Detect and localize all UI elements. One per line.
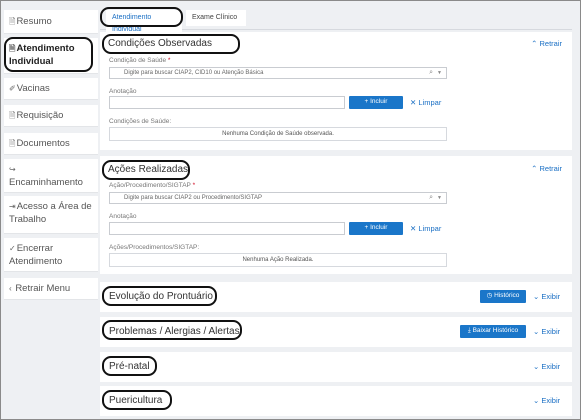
exibir-link[interactable]: ⌄ Exibir bbox=[533, 292, 560, 302]
check-icon: ✓ bbox=[9, 244, 16, 253]
panel-title: Condições Observadas bbox=[108, 38, 212, 49]
condicao-search-input[interactable]: Digite para buscar CIAP2, CID10 ou Atenç… bbox=[109, 67, 447, 79]
document-icon: 🗎 bbox=[9, 111, 16, 120]
document-icon: 🗎 bbox=[9, 139, 16, 148]
incluir-button[interactable]: + Incluir bbox=[349, 222, 403, 235]
sidebar-item-label: Encaminhamento bbox=[9, 177, 83, 188]
empty-state: Nenhuma Ação Realizada. bbox=[109, 253, 447, 267]
sidebar-item-label: Atendimento Individual bbox=[9, 43, 75, 67]
incluir-button[interactable]: + Incluir bbox=[349, 96, 403, 109]
panel-title: Evolução do Prontuário bbox=[109, 291, 213, 302]
sidebar-item-documentos[interactable]: 🗎Documentos bbox=[4, 133, 98, 155]
sidebar-item-requisicao[interactable]: 🗎Requisição bbox=[4, 105, 98, 127]
search-icon: ⌕ bbox=[429, 69, 433, 76]
acoes-realizadas-panel: Ações Realizadas ⌃ Retrair Ação/Procedim… bbox=[100, 156, 572, 274]
exibir-link[interactable]: ⌄ Exibir bbox=[533, 396, 560, 406]
sidebar-item-label: Acesso a Área de Trabalho bbox=[9, 201, 92, 225]
chevron-up-icon: ⌃ bbox=[531, 164, 538, 173]
chevron-down-icon: ⌄ bbox=[533, 327, 540, 336]
sidebar-item-label: Vacinas bbox=[16, 83, 50, 94]
close-icon: ✕ bbox=[410, 224, 417, 233]
chevron-down-icon: ▼ bbox=[437, 70, 442, 76]
sidebar-item-encerrar-atendimento[interactable]: ✓Encerrar Atendimento bbox=[4, 238, 98, 272]
exibir-link[interactable]: ⌄ Exibir bbox=[533, 362, 560, 372]
condicoes-observadas-panel: Condições Observadas ⌃ Retrair Condição … bbox=[100, 32, 572, 150]
sidebar-item-acesso-area-trabalho[interactable]: ⇥Acesso a Área de Trabalho bbox=[4, 196, 98, 234]
field-label: Anotação bbox=[109, 88, 137, 95]
sidebar-item-label: Encerrar Atendimento bbox=[9, 243, 63, 267]
section-pre-natal[interactable]: Pré-natal ⌄ Exibir bbox=[100, 352, 572, 382]
retrair-link[interactable]: ⌃ Retrair bbox=[531, 39, 562, 49]
login-icon: ⇥ bbox=[9, 202, 16, 211]
field-label: Condição de Saúde * bbox=[109, 57, 171, 64]
sidebar-item-retrair-menu[interactable]: ‹ Retrair Menu bbox=[4, 278, 98, 300]
section-problemas-alergias[interactable]: Problemas / Alergias / Alertas ⤓ Baixar … bbox=[100, 317, 572, 347]
document-icon: 🗎 bbox=[9, 44, 16, 53]
sidebar-item-label: Documentos bbox=[16, 138, 70, 149]
sidebar-item-encaminhamento[interactable]: ↪ Encaminhamento bbox=[4, 159, 98, 193]
chevron-down-icon: ⌄ bbox=[533, 396, 540, 405]
plus-icon: + bbox=[364, 224, 369, 231]
search-icon: ⌕ bbox=[429, 194, 433, 201]
plus-icon: + bbox=[364, 98, 369, 105]
sidebar-item-resumo[interactable]: 🗎Resumo bbox=[4, 10, 98, 34]
field-label: Ações/Procedimentos/SIGTAP: bbox=[109, 244, 200, 251]
panel-title: Puericultura bbox=[109, 395, 163, 406]
sidebar-item-atendimento-individual[interactable]: 🗎Atendimento Individual bbox=[4, 38, 98, 74]
field-label: Ação/Procedimento/SIGTAP * bbox=[109, 182, 196, 189]
section-evolucao-prontuario[interactable]: Evolução do Prontuário ◷ Histórico ⌄ Exi… bbox=[100, 282, 572, 312]
download-icon: ⤓ bbox=[467, 327, 471, 334]
anotacao-input[interactable] bbox=[109, 96, 345, 109]
retrair-link[interactable]: ⌃ Retrair bbox=[531, 164, 562, 174]
close-icon: ✕ bbox=[410, 98, 417, 107]
history-icon: ◷ bbox=[486, 292, 493, 299]
syringe-icon: ✐ bbox=[9, 84, 16, 93]
panel-title: Ações Realizadas bbox=[108, 164, 189, 175]
chevron-down-icon: ⌄ bbox=[533, 362, 540, 371]
share-icon: ↪ bbox=[9, 165, 16, 174]
chevron-left-icon: ‹ bbox=[9, 284, 12, 293]
sidebar: 🗎Resumo 🗎Atendimento Individual ✐Vacinas… bbox=[2, 2, 98, 416]
limpar-button[interactable]: ✕ Limpar bbox=[410, 224, 441, 234]
sidebar-item-label: Requisição bbox=[16, 110, 64, 121]
panel-title: Pré-natal bbox=[109, 361, 150, 372]
field-label: Condições de Saúde: bbox=[109, 118, 172, 125]
section-puericultura[interactable]: Puericultura ⌄ Exibir bbox=[100, 386, 572, 416]
sidebar-item-label: Retrair Menu bbox=[15, 283, 71, 294]
empty-state: Nenhuma Condição de Saúde observada. bbox=[109, 127, 447, 141]
chevron-down-icon: ▼ bbox=[437, 195, 442, 201]
exibir-link[interactable]: ⌄ Exibir bbox=[533, 327, 560, 337]
acao-search-input[interactable]: Digite para buscar CIAP2 ou Procedimento… bbox=[109, 192, 447, 204]
chevron-down-icon: ⌄ bbox=[533, 292, 540, 301]
anotacao-input[interactable] bbox=[109, 222, 345, 235]
limpar-button[interactable]: ✕ Limpar bbox=[410, 98, 441, 108]
document-icon: 🗎 bbox=[9, 17, 16, 26]
sidebar-item-vacinas[interactable]: ✐Vacinas bbox=[4, 78, 98, 100]
baixar-historico-button[interactable]: ⤓ Baixar Histórico bbox=[460, 325, 526, 338]
field-label: Anotação bbox=[109, 213, 137, 220]
chevron-up-icon: ⌃ bbox=[531, 39, 538, 48]
sidebar-item-label: Resumo bbox=[16, 16, 52, 27]
historico-button[interactable]: ◷ Histórico bbox=[480, 290, 526, 303]
tab-exame-clinico[interactable]: Exame Clínico bbox=[186, 10, 246, 26]
panel-title: Problemas / Alergias / Alertas bbox=[109, 326, 240, 337]
tab-bar: Atendimento Individual Exame Clínico bbox=[100, 4, 572, 38]
